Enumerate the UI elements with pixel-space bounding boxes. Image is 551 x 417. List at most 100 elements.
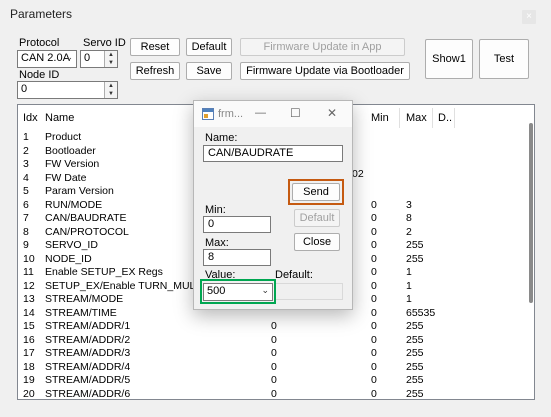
maximize-button[interactable]: ☐ bbox=[290, 106, 301, 120]
cell-name: FW Date bbox=[45, 171, 87, 184]
cell-min: 0 bbox=[371, 212, 377, 224]
min-label: Min: bbox=[205, 204, 226, 216]
cell-name: STREAM/ADDR/1 bbox=[45, 320, 131, 332]
cell-idx: 19 bbox=[23, 374, 35, 386]
max-field[interactable]: 8 bbox=[203, 249, 271, 266]
cell-idx: 16 bbox=[23, 333, 35, 346]
dialog-close-action-button[interactable]: Close bbox=[294, 233, 340, 251]
test-button[interactable]: Test bbox=[479, 39, 529, 79]
cell-min: 0 bbox=[371, 279, 377, 292]
cell-max: 1 bbox=[406, 266, 412, 278]
default-label: Default: bbox=[275, 269, 313, 281]
scrollbar-thumb[interactable] bbox=[529, 123, 533, 303]
cell-min: 0 bbox=[371, 225, 377, 238]
servo-id-value: 0 bbox=[84, 52, 91, 64]
min-field[interactable]: 0 bbox=[203, 216, 271, 233]
cell-min: 0 bbox=[371, 252, 377, 265]
cell-idx: 18 bbox=[23, 360, 35, 373]
spin-arrows-icon[interactable]: ▲ ▼ bbox=[104, 51, 117, 67]
cell-max: 255 bbox=[406, 252, 424, 265]
cell-name: Bootloader bbox=[45, 144, 96, 157]
cell-name: FW Version bbox=[45, 158, 100, 170]
node-id-label: Node ID bbox=[19, 69, 60, 81]
send-button[interactable]: Send bbox=[292, 183, 340, 201]
cell-idx: 13 bbox=[23, 293, 35, 305]
table-row[interactable]: 15 STREAM/ADDR/1 0 0 255 bbox=[18, 320, 518, 334]
cell-name: CAN/BAUDRATE bbox=[45, 212, 127, 224]
minimize-button[interactable]: — bbox=[255, 107, 266, 119]
cell-max: 255 bbox=[406, 360, 424, 373]
name-field[interactable]: CAN/BAUDRATE bbox=[203, 145, 343, 162]
cell-name: NODE_ID bbox=[45, 252, 92, 265]
column-header-min[interactable]: Min bbox=[371, 105, 389, 131]
column-header-max[interactable]: Max bbox=[406, 105, 427, 131]
cell-name: RUN/MODE bbox=[45, 198, 103, 211]
column-divider bbox=[399, 108, 400, 128]
cell-min: 0 bbox=[371, 387, 377, 400]
vertical-scrollbar[interactable] bbox=[526, 105, 534, 399]
cell-name: STREAM/ADDR/4 bbox=[45, 360, 131, 373]
cell-min: 0 bbox=[371, 293, 377, 305]
cell-max: 3 bbox=[406, 198, 412, 211]
cell-max: 255 bbox=[406, 387, 424, 400]
cell-idx: 17 bbox=[23, 347, 35, 359]
cell-value: 0 bbox=[271, 387, 277, 400]
column-header-default[interactable]: D.. bbox=[438, 105, 452, 131]
cell-idx: 2 bbox=[23, 144, 29, 157]
cell-idx: 20 bbox=[23, 387, 35, 400]
servo-id-label: Servo ID bbox=[83, 37, 126, 49]
dialog-close-button[interactable]: ✕ bbox=[327, 106, 337, 120]
firmware-update-app-button[interactable]: Firmware Update in App bbox=[240, 38, 405, 56]
refresh-button[interactable]: Refresh bbox=[130, 62, 180, 80]
servo-id-stepper[interactable]: 0 ▲ ▼ bbox=[80, 50, 118, 68]
protocol-label: Protocol bbox=[19, 37, 60, 49]
table-row[interactable]: 16 STREAM/ADDR/2 0 0 255 bbox=[18, 334, 518, 348]
cell-idx: 10 bbox=[23, 252, 35, 265]
cell-idx: 7 bbox=[23, 212, 29, 224]
cell-max: 65535 bbox=[406, 306, 436, 319]
cell-value: 0 bbox=[271, 347, 277, 359]
column-header-idx[interactable]: Idx bbox=[23, 105, 38, 131]
dialog-title: frm... bbox=[218, 108, 244, 120]
cell-max: 2 bbox=[406, 225, 412, 238]
cell-idx: 5 bbox=[23, 185, 29, 197]
show1-button[interactable]: Show1 bbox=[425, 39, 473, 79]
default-value-field bbox=[275, 283, 343, 300]
column-header-name[interactable]: Name bbox=[45, 105, 74, 131]
table-row[interactable]: 18 STREAM/ADDR/4 0 0 255 bbox=[18, 361, 518, 375]
cell-max: 255 bbox=[406, 239, 424, 251]
spin-arrows-icon[interactable]: ▲ ▼ bbox=[104, 82, 117, 98]
cell-idx: 14 bbox=[23, 306, 35, 319]
cell-min: 0 bbox=[371, 198, 377, 211]
default-button[interactable]: Default bbox=[186, 38, 232, 56]
reset-button[interactable]: Reset bbox=[130, 38, 180, 56]
cell-value: 0 bbox=[271, 374, 277, 386]
dialog-title-bar: frm... — ☐ ✕ bbox=[194, 101, 352, 127]
cell-min: 0 bbox=[371, 320, 377, 332]
firmware-update-bootloader-button[interactable]: Firmware Update via Bootloader bbox=[240, 62, 410, 80]
cell-idx: 9 bbox=[23, 239, 29, 251]
node-id-value: 0 bbox=[21, 83, 28, 95]
cell-name: STREAM/ADDR/2 bbox=[45, 333, 131, 346]
cell-min: 0 bbox=[371, 333, 377, 346]
save-button[interactable]: Save bbox=[186, 62, 232, 80]
table-row[interactable]: 17 STREAM/ADDR/3 0 0 255 bbox=[18, 347, 518, 361]
cell-min: 0 bbox=[371, 306, 377, 319]
chevron-down-icon: ⌄ bbox=[261, 285, 269, 295]
table-row[interactable]: 20 STREAM/ADDR/6 0 0 255 bbox=[18, 387, 518, 400]
cell-max: 8 bbox=[406, 212, 412, 224]
node-id-stepper[interactable]: 0 ▲ ▼ bbox=[17, 81, 118, 99]
cell-value: 0 bbox=[271, 320, 277, 332]
window-close-button[interactable]: × bbox=[522, 10, 536, 24]
dialog-default-button[interactable]: Default bbox=[294, 209, 340, 227]
column-divider bbox=[432, 108, 433, 128]
table-row[interactable]: 19 STREAM/ADDR/5 0 0 255 bbox=[18, 374, 518, 388]
cell-name: SERVO_ID bbox=[45, 239, 98, 251]
app-window-icon bbox=[202, 108, 214, 120]
cell-name: Param Version bbox=[45, 185, 114, 197]
window-title: Parameters bbox=[10, 7, 73, 21]
cell-name: CAN/PROTOCOL bbox=[45, 225, 129, 238]
value-select[interactable]: 500 ⌄ bbox=[203, 283, 273, 301]
protocol-select[interactable]: CAN 2.0A ⌄ bbox=[17, 50, 77, 68]
cell-name: STREAM/ADDR/5 bbox=[45, 374, 131, 386]
